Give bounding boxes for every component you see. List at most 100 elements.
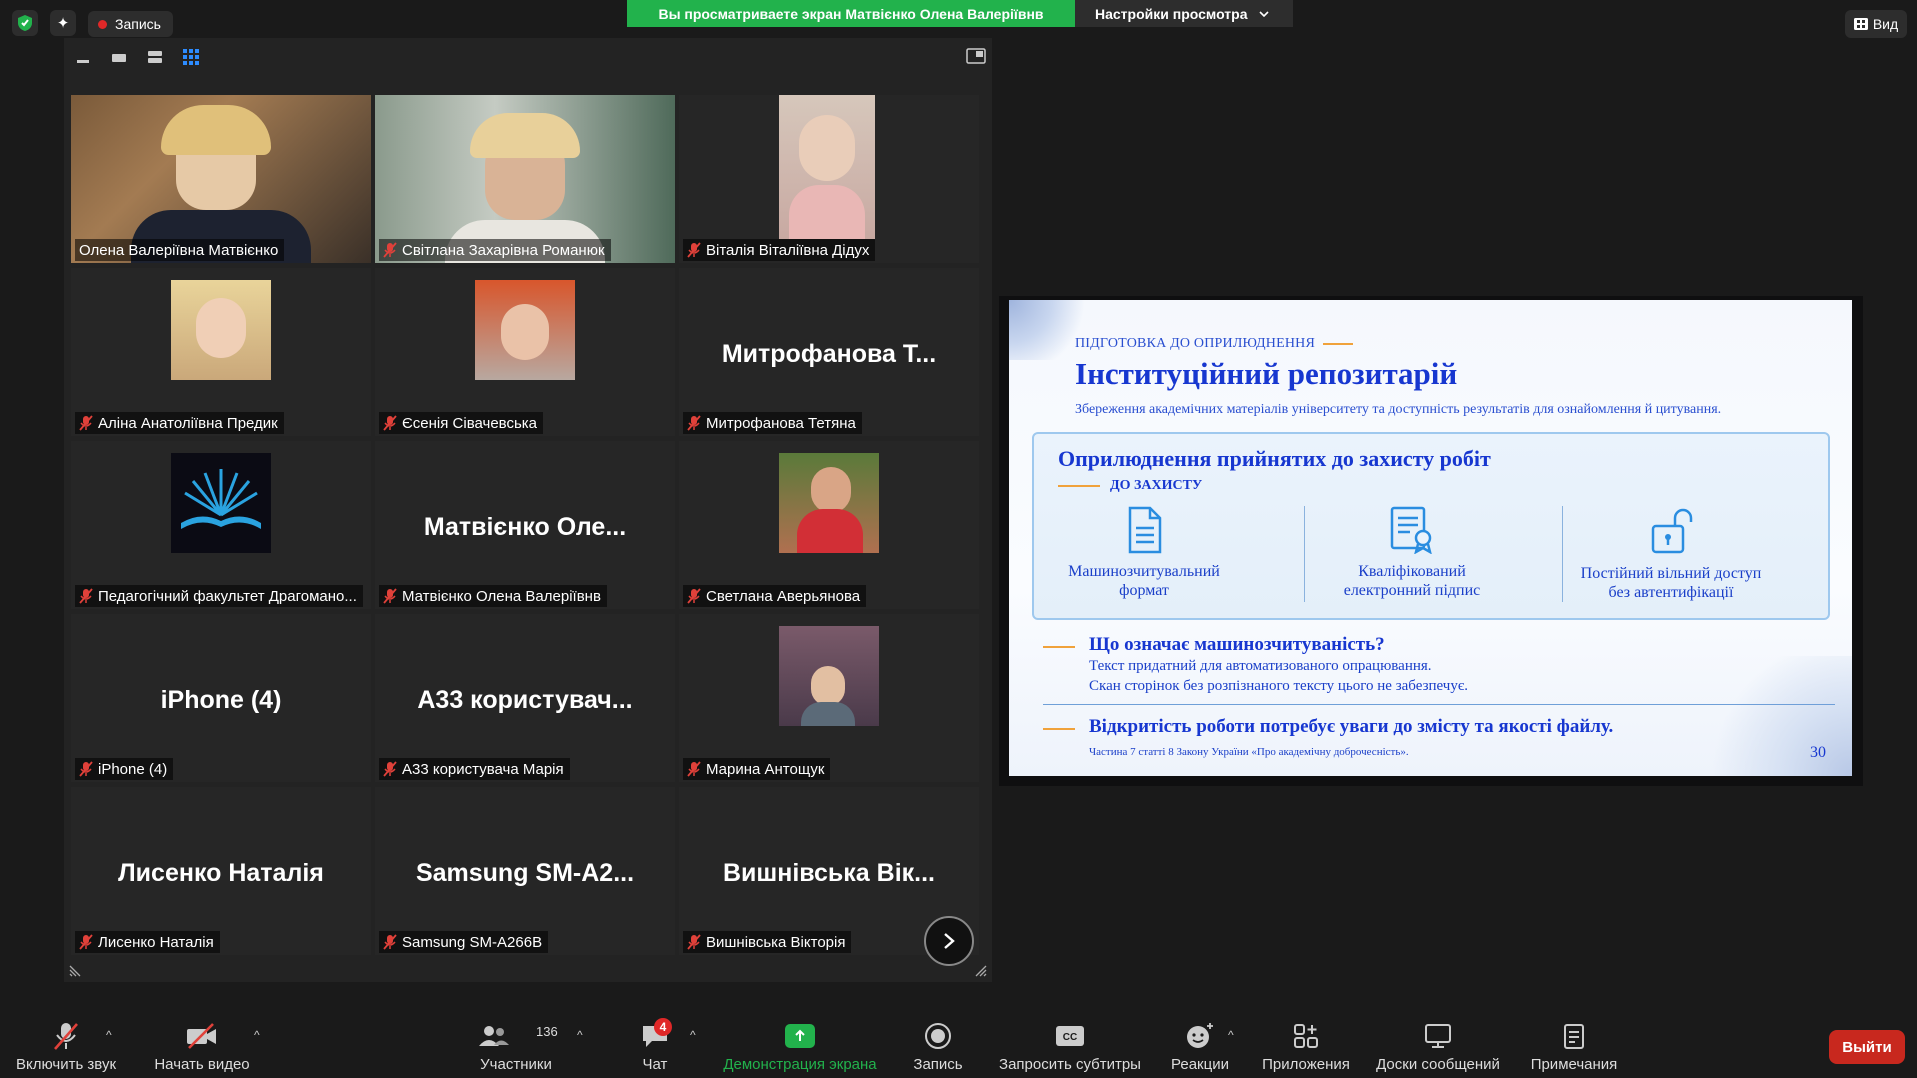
mic-muted-icon	[383, 588, 397, 604]
avatar	[779, 626, 879, 726]
participant-tile[interactable]: iPhone (4) iPhone (4)	[71, 614, 371, 782]
mic-muted-icon	[383, 934, 397, 950]
record-button[interactable]: Запись	[904, 1020, 972, 1076]
screen-share-banner: Вы просматриваете экран Матвієнко Олена …	[627, 0, 1075, 27]
participant-hair	[470, 113, 580, 158]
participant-tile[interactable]: A33 користувач... A33 користувача Марія	[375, 614, 675, 782]
reactions-button[interactable]: Реакции	[1166, 1020, 1234, 1076]
mic-muted-icon	[687, 761, 701, 777]
audio-options-caret[interactable]: ^	[106, 1028, 112, 1042]
slide-text-line: Скан сторінок без розпізнаного тексту ць…	[1089, 678, 1469, 694]
participant-name-label: Віталія Віталіївна Дідух	[683, 239, 876, 261]
chevron-down-icon	[1259, 10, 1270, 17]
participant-display-name: A33 користувач...	[417, 686, 633, 714]
mic-muted-icon	[79, 934, 93, 950]
participant-tile[interactable]: Лисенко Наталія Лисенко Наталія	[71, 787, 371, 955]
participant-tile[interactable]: Samsung SM-A2... Samsung SM-A266B	[375, 787, 675, 955]
participant-name-label: Педагогічний факультет Драгомано...	[75, 585, 363, 607]
unmute-button[interactable]: Включить звук	[12, 1020, 120, 1076]
mic-muted-icon	[79, 761, 93, 777]
slide-kicker: ПІДГОТОВКА ДО ОПРИЛЮДНЕННЯ	[1075, 336, 1354, 352]
avatar	[475, 280, 575, 380]
slide-subtitle: Збереження академічних матеріалів універ…	[1075, 402, 1722, 417]
slide-highlight-box: Оприлюднення прийнятих до захисту робіт …	[1032, 432, 1830, 620]
participant-tile[interactable]: Аліна Анатоліївна Предик	[71, 268, 371, 436]
next-page-button[interactable]	[924, 916, 974, 966]
participants-button[interactable]: 136 Участники	[476, 1020, 558, 1076]
request-captions-button[interactable]: CC Запросить субтитры	[994, 1020, 1146, 1076]
meeting-toolbar: Включить звук ^ Начать видео ^ 136 Участ…	[0, 1014, 1917, 1078]
svg-text:CC: CC	[1063, 1032, 1077, 1043]
participant-tile[interactable]: Олена Валеріївна Матвієнко	[71, 95, 371, 263]
view-settings-label: Настройки просмотра	[1095, 5, 1248, 22]
view-button[interactable]: Вид	[1845, 10, 1907, 38]
shared-screen[interactable]: ПІДГОТОВКА ДО ОПРИЛЮДНЕННЯ Інституційний…	[999, 296, 1863, 786]
participant-name-label: Марина Антощук	[683, 758, 831, 780]
participant-tile[interactable]: Митрофанова Т... Митрофанова Тетяна	[679, 268, 979, 436]
participant-tile[interactable]: Светлана Аверьянова	[679, 441, 979, 609]
feature-e-signature: Кваліфікований електронний підпис	[1292, 506, 1532, 600]
video-off-icon	[187, 1023, 216, 1049]
mic-muted-icon	[687, 588, 701, 604]
slide-openness-statement: Відкритість роботи потребує уваги до змі…	[1089, 716, 1614, 737]
strip-view-icon[interactable]	[146, 48, 164, 66]
resize-handle-icon[interactable]	[972, 962, 988, 978]
share-screen-button[interactable]: Демонстрация экрана	[718, 1020, 882, 1076]
gallery-toolbar	[74, 48, 200, 66]
minimize-view-icon[interactable]	[74, 48, 92, 66]
apps-button[interactable]: Приложения	[1258, 1020, 1354, 1076]
participant-tile[interactable]: Марина Антощук	[679, 614, 979, 782]
participant-tile[interactable]: Матвієнко Оле... Матвієнко Олена Валерії…	[375, 441, 675, 609]
reactions-options-caret[interactable]: ^	[1228, 1028, 1234, 1042]
participant-display-name: Лисенко Наталія	[118, 859, 324, 887]
top-bar: ✦ Запись Вы просматриваете экран Матвієн…	[0, 0, 1917, 40]
participant-display-name: Вишнівська Вік...	[722, 859, 936, 887]
whiteboards-button[interactable]: Доски сообщений	[1370, 1020, 1506, 1076]
participant-name-label: Светлана Аверьянова	[683, 585, 867, 607]
resize-handle-icon[interactable]	[68, 962, 84, 978]
participant-name-label: Матвієнко Олена Валеріївнв	[379, 585, 607, 607]
presentation-slide: ПІДГОТОВКА ДО ОПРИЛЮДНЕННЯ Інституційний…	[1009, 300, 1852, 776]
notes-button[interactable]: Примечания	[1526, 1020, 1622, 1076]
slide-question: Що означає машинозчитуваність?	[1089, 634, 1385, 655]
whiteboard-icon	[1425, 1024, 1451, 1048]
recording-label: Запись	[115, 16, 161, 32]
mic-muted-icon	[383, 415, 397, 431]
certificate-icon	[1390, 506, 1432, 554]
video-options-caret[interactable]: ^	[254, 1028, 260, 1042]
participant-name-label: iPhone (4)	[75, 758, 174, 780]
speaker-view-icon[interactable]	[110, 48, 128, 66]
mic-muted-icon	[687, 242, 701, 258]
notes-icon	[1564, 1024, 1584, 1049]
ai-companion-icon[interactable]: ✦	[50, 10, 76, 36]
participant-name-label: Єсенія Сівачевська	[379, 412, 544, 434]
security-shield-icon[interactable]	[12, 10, 38, 36]
gallery-grid-icon[interactable]	[182, 48, 200, 66]
view-label: Вид	[1872, 16, 1899, 32]
participant-clothes	[789, 185, 865, 239]
avatar	[779, 453, 879, 553]
chat-button[interactable]: 4 Чат	[630, 1018, 680, 1076]
slide-title: Інституційний репозитарій	[1075, 356, 1458, 391]
participant-name-label: Аліна Анатоліївна Предик	[75, 412, 284, 434]
chat-options-caret[interactable]: ^	[690, 1028, 696, 1042]
mic-muted-icon	[383, 761, 397, 777]
participant-tile[interactable]: Віталія Віталіївна Дідух	[679, 95, 979, 263]
participant-tile[interactable]: Педагогічний факультет Драгомано...	[71, 441, 371, 609]
share-arrow-icon	[785, 1024, 815, 1048]
box-kicker: ДО ЗАХИСТУ	[1058, 478, 1202, 494]
apps-icon	[1294, 1024, 1318, 1048]
swap-layout-icon[interactable]	[966, 48, 986, 64]
view-settings-dropdown[interactable]: Настройки просмотра	[1075, 0, 1293, 27]
box-title: Оприлюднення прийнятих до захисту робіт	[1058, 446, 1491, 471]
participant-tile[interactable]: Єсенія Сівачевська	[375, 268, 675, 436]
start-video-button[interactable]: Начать видео	[150, 1020, 254, 1076]
participant-tile[interactable]: Світлана Захарівна Романюк	[375, 95, 675, 263]
leave-button[interactable]: Выйти	[1829, 1030, 1905, 1064]
participants-count: 136	[536, 1024, 558, 1039]
participants-options-caret[interactable]: ^	[577, 1028, 583, 1042]
participant-name-label: A33 користувача Марія	[379, 758, 570, 780]
recording-indicator[interactable]: Запись	[88, 11, 173, 37]
mic-muted-icon	[54, 1023, 78, 1050]
unlock-icon	[1651, 508, 1693, 554]
